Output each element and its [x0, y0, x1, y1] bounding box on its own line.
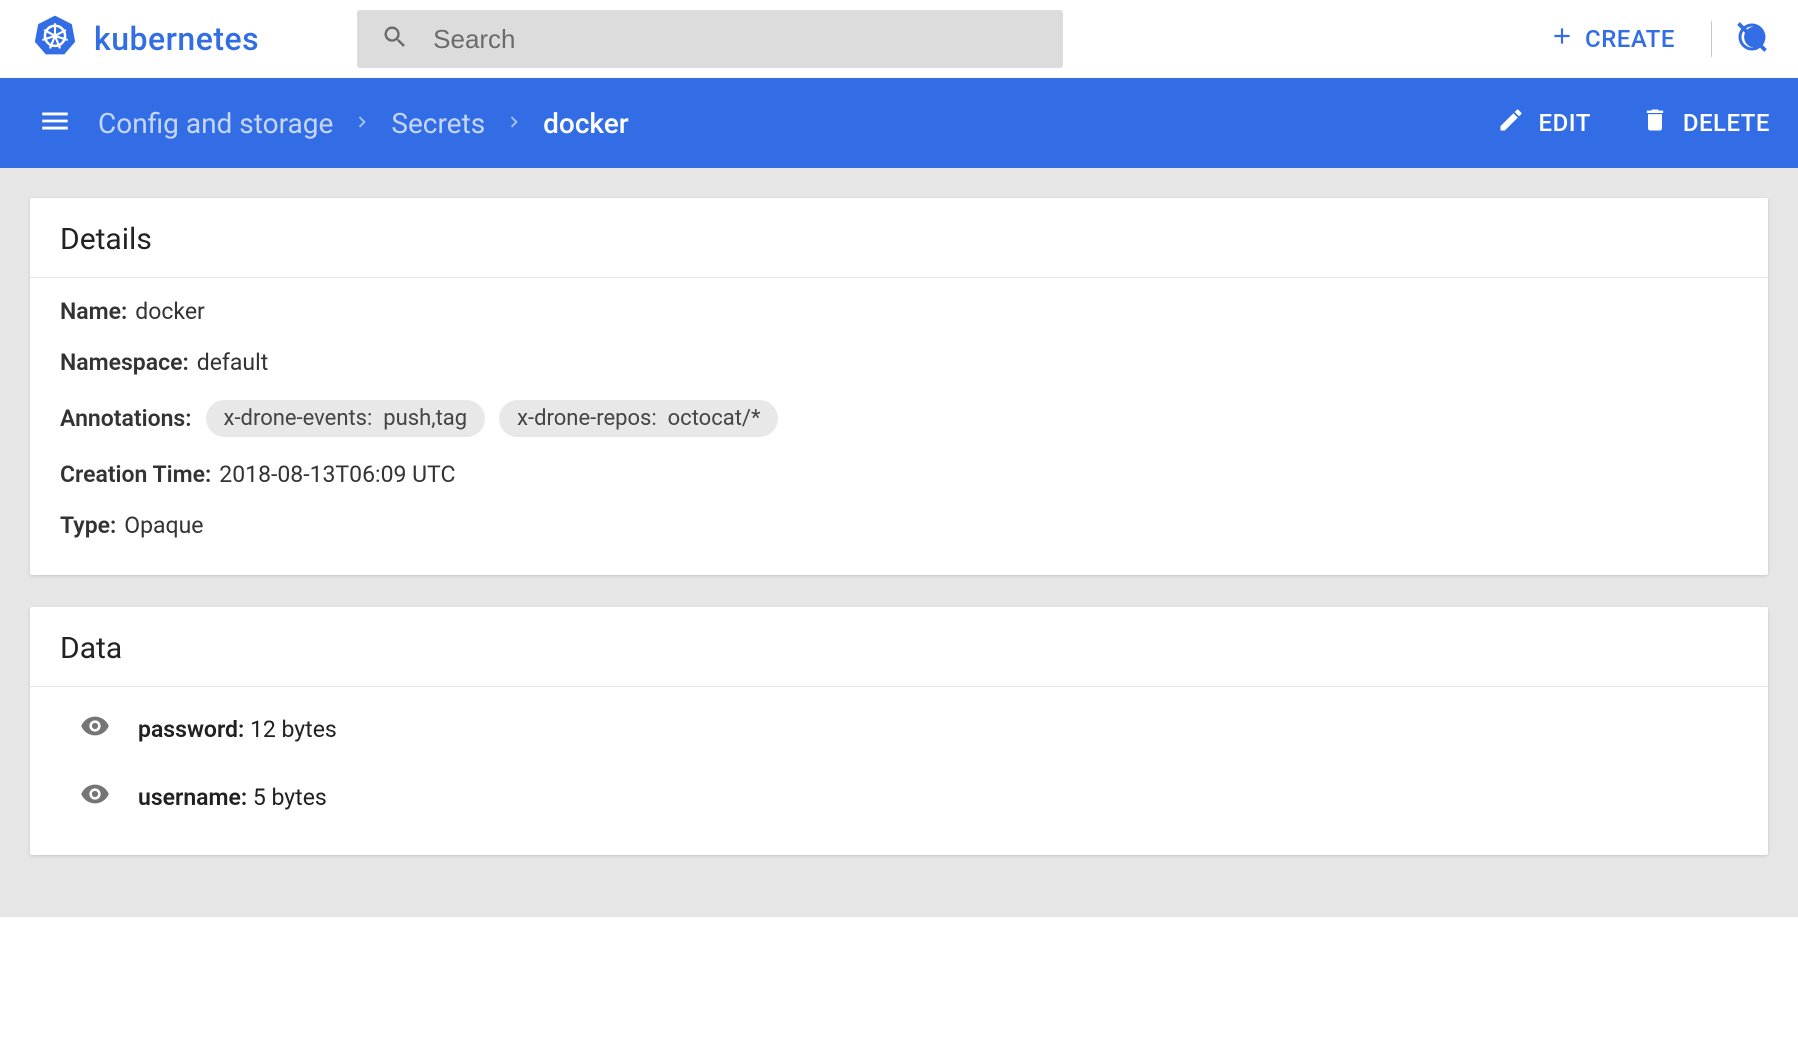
reveal-button[interactable]: [80, 711, 110, 747]
breadcrumb: Config and storage Secrets docker: [98, 107, 629, 140]
eye-icon: [80, 720, 110, 747]
breadcrumb-current: docker: [543, 107, 629, 140]
delete-button[interactable]: DELETE: [1641, 106, 1770, 140]
detail-label: Namespace: [60, 349, 189, 376]
edit-button[interactable]: EDIT: [1497, 106, 1591, 140]
search-icon: [381, 23, 409, 55]
breadcrumb-item[interactable]: Secrets: [391, 107, 485, 140]
delete-label: DELETE: [1683, 109, 1770, 137]
hamburger-icon: [38, 123, 72, 142]
action-bar: Config and storage Secrets docker EDIT D…: [0, 78, 1798, 168]
data-size: 5 bytes: [253, 784, 327, 811]
top-app-bar: kubernetes CREATE: [0, 0, 1798, 78]
detail-value: Opaque: [124, 512, 203, 539]
chevron-right-icon: [351, 107, 373, 140]
data-card: Data password 12 bytes username 5 bytes: [30, 607, 1768, 855]
search-input[interactable]: [433, 24, 1039, 55]
pencil-icon: [1497, 106, 1525, 140]
divider: [1711, 21, 1712, 57]
detail-row-name: Name docker: [60, 286, 1738, 337]
chevron-right-icon: [503, 107, 525, 140]
eye-icon: [80, 788, 110, 815]
detail-row-namespace: Namespace default: [60, 337, 1738, 388]
data-title: Data: [30, 607, 1768, 687]
app-logo[interactable]: kubernetes: [34, 14, 259, 64]
content-area: Details Name docker Namespace default An…: [0, 168, 1798, 917]
kubernetes-icon: [34, 14, 76, 64]
detail-value: docker: [135, 298, 205, 325]
detail-row-type: Type Opaque: [60, 500, 1738, 551]
data-row: username 5 bytes: [60, 763, 1738, 831]
annotation-key: x-drone-events: [224, 406, 384, 431]
dark-mode-off-icon: [1734, 40, 1770, 59]
data-key: password: [138, 716, 244, 743]
app-name: kubernetes: [94, 20, 259, 58]
data-size: 12 bytes: [250, 716, 337, 743]
detail-label: Name: [60, 298, 127, 325]
detail-label: Type: [60, 512, 116, 539]
menu-button[interactable]: [30, 96, 80, 150]
data-row: password 12 bytes: [60, 695, 1738, 763]
annotation-key: x-drone-repos: [517, 406, 668, 431]
detail-row-creation-time: Creation Time 2018-08-13T06:09 UTC: [60, 449, 1738, 500]
details-title: Details: [30, 198, 1768, 278]
edit-label: EDIT: [1539, 109, 1591, 137]
detail-row-annotations: Annotations x-drone-events push,tag x-dr…: [60, 388, 1738, 449]
create-label: CREATE: [1585, 25, 1675, 53]
annotation-chip[interactable]: x-drone-repos octocat/*: [499, 400, 778, 437]
detail-label: Creation Time: [60, 461, 211, 488]
data-key: username: [138, 784, 247, 811]
theme-toggle-button[interactable]: [1734, 19, 1770, 59]
search-box[interactable]: [357, 10, 1063, 68]
annotation-value: octocat/*: [668, 406, 761, 431]
create-button[interactable]: CREATE: [1535, 15, 1689, 63]
reveal-button[interactable]: [80, 779, 110, 815]
detail-value: default: [197, 349, 268, 376]
trash-icon: [1641, 106, 1669, 140]
detail-label: Annotations: [60, 405, 192, 432]
breadcrumb-item[interactable]: Config and storage: [98, 107, 333, 140]
plus-icon: [1549, 23, 1575, 55]
details-card: Details Name docker Namespace default An…: [30, 198, 1768, 575]
annotation-value: push,tag: [383, 406, 467, 431]
annotation-chip[interactable]: x-drone-events push,tag: [206, 400, 486, 437]
detail-value: 2018-08-13T06:09 UTC: [219, 461, 455, 488]
